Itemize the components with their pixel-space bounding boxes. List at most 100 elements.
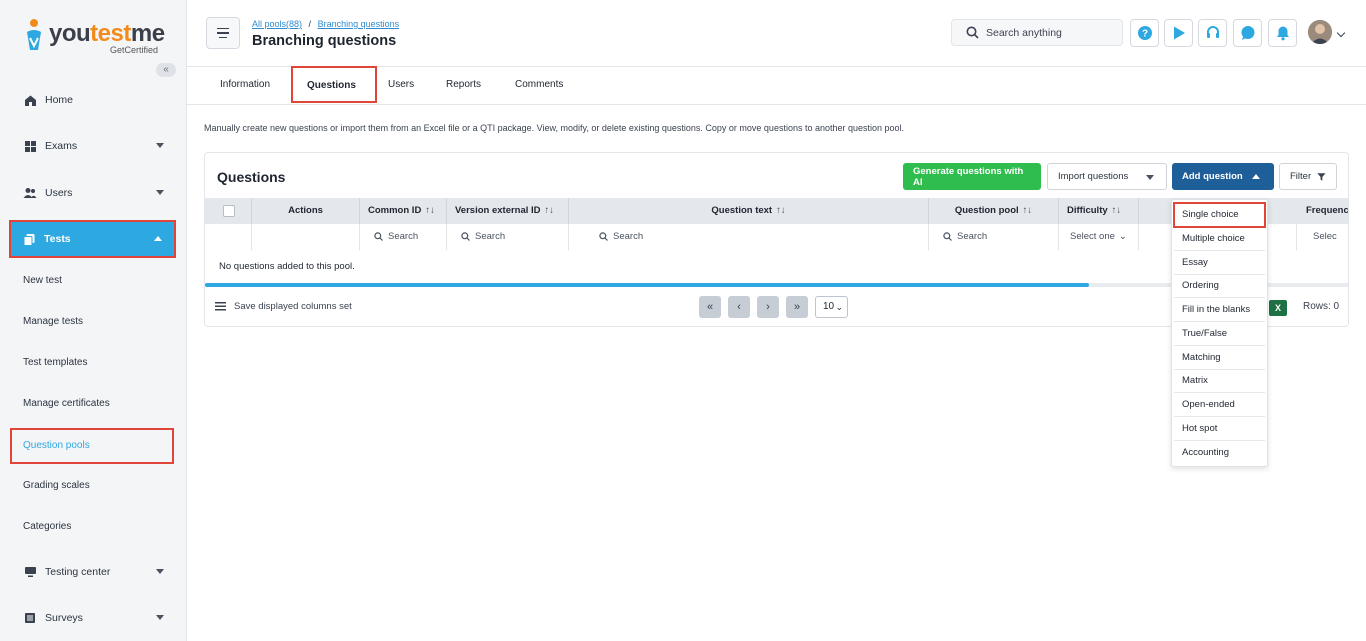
menu-item-matrix[interactable]: Matrix [1174, 369, 1265, 393]
headset-icon [1206, 26, 1219, 38]
chevron-down-icon [156, 615, 164, 620]
next-page-button[interactable]: › [757, 296, 779, 318]
sidebar-subitem-manage-tests[interactable]: Manage tests [23, 316, 83, 327]
sidebar-item-surveys[interactable]: Surveys [0, 598, 186, 638]
sidebar-item-tests[interactable]: Tests [9, 220, 176, 258]
filter-placeholder: Search [613, 231, 644, 242]
brand-logo[interactable]: youtestme GetCertified [24, 16, 165, 56]
column-header-frequency[interactable]: Frequenc [1297, 198, 1348, 224]
help-button[interactable]: ? [1130, 19, 1159, 47]
filter-question-text-input[interactable]: Search [569, 224, 929, 250]
prev-page-button[interactable]: ‹ [728, 296, 750, 318]
chevron-up-icon [1252, 174, 1260, 179]
brand-name: youtestme [49, 20, 165, 47]
generate-ai-button[interactable]: Generate questions with AI [903, 163, 1041, 190]
select-all-checkbox[interactable] [223, 205, 235, 217]
last-page-button[interactable]: » [786, 296, 808, 318]
filter-version-external-id-input[interactable]: Search [447, 224, 569, 250]
filter-difficulty-select[interactable]: Select one ⌄ [1059, 224, 1139, 250]
column-header-question-pool[interactable]: Question pool ↑↓ [929, 198, 1059, 224]
menu-item-ordering[interactable]: Ordering [1174, 274, 1265, 298]
menu-item-single-choice[interactable]: Single choice [1173, 202, 1266, 228]
breadcrumb-all-pools-link[interactable]: All pools(88) [252, 19, 302, 29]
add-question-button[interactable]: Add question [1172, 163, 1274, 190]
save-columns-button[interactable]: Save displayed columns set [215, 301, 352, 312]
sidebar-subitem-categories[interactable]: Categories [23, 521, 71, 532]
global-search-input[interactable]: Search anything [951, 19, 1123, 46]
sidebar-item-users[interactable]: Users [0, 173, 186, 213]
sidebar-item-exams[interactable]: Exams [0, 126, 186, 166]
sort-icon[interactable]: ↑↓ [425, 205, 435, 216]
filter-placeholder: Search [957, 231, 988, 242]
user-avatar[interactable] [1308, 20, 1332, 44]
notifications-button[interactable] [1268, 19, 1297, 47]
chevron-right-icon: › [766, 301, 770, 313]
button-label: Save displayed columns set [234, 301, 352, 312]
chevron-down-icon: ⌄ [1118, 231, 1127, 242]
filter-button[interactable]: Filter [1279, 163, 1337, 190]
button-label: Add question [1182, 171, 1243, 182]
tab-comments[interactable]: Comments [515, 79, 563, 90]
menu-item-matching[interactable]: Matching [1174, 346, 1265, 370]
column-header-version-external-id[interactable]: Version external ID ↑↓ [447, 198, 569, 224]
horizontal-scrollbar-thumb[interactable] [205, 283, 1089, 287]
tab-information[interactable]: Information [220, 79, 270, 90]
sort-icon[interactable]: ↑↓ [1112, 205, 1122, 216]
sidebar-item-label: Users [45, 187, 73, 199]
column-header-difficulty[interactable]: Difficulty ↑↓ [1059, 198, 1139, 224]
menu-item-essay[interactable]: Essay [1174, 251, 1265, 275]
sidebar-subitem-manage-certificates[interactable]: Manage certificates [23, 398, 110, 409]
column-header-common-id[interactable]: Common ID ↑↓ [360, 198, 447, 224]
add-question-menu: Single choice Multiple choice Essay Orde… [1171, 199, 1268, 467]
menu-item-accounting[interactable]: Accounting [1174, 441, 1265, 465]
chevron-down-icon: ⌄ [835, 302, 843, 312]
sidebar-subitem-grading-scales[interactable]: Grading scales [23, 480, 90, 491]
empty-state-text: No questions added to this pool. [219, 261, 355, 272]
menu-item-fill-in-the-blanks[interactable]: Fill in the blanks [1174, 298, 1265, 322]
search-icon [943, 232, 952, 241]
chevron-down-icon[interactable] [1336, 28, 1346, 38]
search-icon [599, 232, 608, 241]
sort-icon[interactable]: ↑↓ [545, 205, 555, 216]
filter-common-id-input[interactable]: Search [360, 224, 447, 250]
sort-icon[interactable]: ↑↓ [776, 205, 786, 216]
sidebar-collapse-button[interactable]: « [156, 63, 176, 77]
tab-users[interactable]: Users [388, 79, 414, 90]
select-value: 10 [823, 301, 835, 312]
chevron-up-icon [154, 236, 162, 241]
columns-icon [215, 302, 226, 311]
play-icon [1173, 26, 1185, 40]
sidebar-subitem-question-pools[interactable]: Question pools [10, 428, 174, 464]
sidebar-item-home[interactable]: Home [0, 80, 186, 120]
sidebar-item-testing-center[interactable]: Testing center [0, 552, 186, 592]
svg-text:?: ? [1141, 29, 1147, 40]
page-size-select[interactable]: 10 ⌄ [815, 296, 848, 318]
menu-item-hot-spot[interactable]: Hot spot [1174, 417, 1265, 441]
sidebar-item-label: Tests [44, 233, 71, 245]
select-placeholder: Select one [1070, 231, 1115, 242]
breadcrumb-current-link[interactable]: Branching questions [318, 19, 400, 29]
menu-item-multiple-choice[interactable]: Multiple choice [1174, 227, 1265, 251]
sort-icon[interactable]: ↑↓ [1023, 205, 1033, 216]
chat-button[interactable] [1233, 19, 1262, 47]
chevron-down-icon [156, 143, 164, 148]
sidebar-subitem-test-templates[interactable]: Test templates [23, 357, 87, 368]
filter-frequency-select[interactable]: Selec [1297, 224, 1348, 250]
sidebar-item-label: Testing center [45, 566, 111, 578]
play-tutorial-button[interactable] [1164, 19, 1193, 47]
import-questions-button[interactable]: Import questions [1047, 163, 1167, 190]
brand-tagline: GetCertified [110, 45, 159, 55]
first-page-button[interactable]: « [699, 296, 721, 318]
excel-export-icon[interactable]: X [1269, 300, 1287, 316]
menu-toggle-button[interactable] [206, 17, 240, 49]
menu-item-true-false[interactable]: True/False [1174, 322, 1265, 346]
menu-item-open-ended[interactable]: Open-ended [1174, 393, 1265, 417]
sidebar-subitem-new-test[interactable]: New test [23, 275, 62, 286]
support-button[interactable] [1198, 19, 1227, 47]
grid-icon [23, 139, 37, 153]
filter-question-pool-input[interactable]: Search [929, 224, 1059, 250]
tab-reports[interactable]: Reports [446, 79, 481, 90]
column-header-question-text[interactable]: Question text ↑↓ [569, 198, 929, 224]
tab-questions[interactable]: Questions [291, 66, 377, 103]
rows-count: Rows: 0 [1303, 301, 1340, 312]
